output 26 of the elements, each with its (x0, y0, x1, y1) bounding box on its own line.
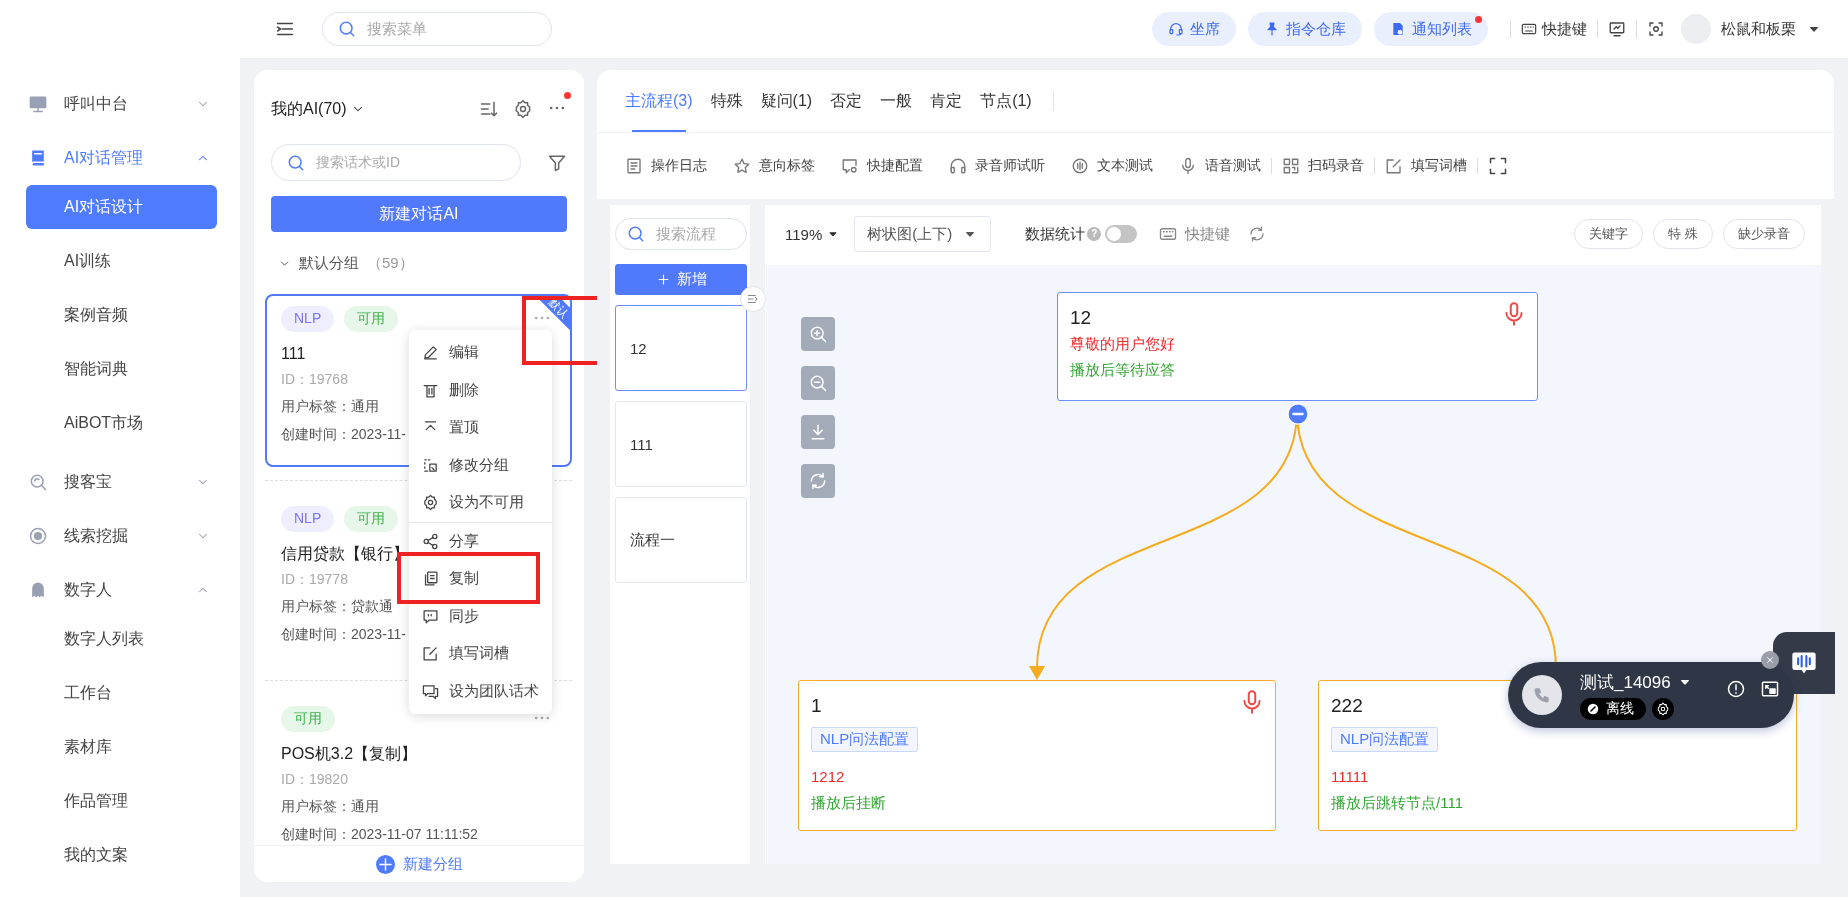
stats-label: 数据统计 (1025, 224, 1086, 244)
created-time: 创建时间：2023-11- (281, 425, 406, 444)
status-tag: NLP (281, 506, 335, 532)
status-tag: 可用 (281, 706, 335, 732)
node-title: 222 (1331, 694, 1363, 718)
action-text: 播放后挂断 (811, 793, 886, 813)
status-tag: 可用 (344, 306, 399, 332)
ai-name: 111 (281, 344, 306, 364)
speech-text: 尊敬的用户您好 (1070, 334, 1175, 354)
action-text: 播放后跳转节点/111 (1331, 793, 1463, 813)
created-time: 创建时间：2023-11-07 11:11:52 (281, 825, 478, 844)
node-title: 12 (1070, 306, 1092, 330)
speech-text: 11111 (1331, 767, 1369, 787)
ai-id: ID：19778 (281, 570, 348, 589)
node-title: 1 (811, 694, 822, 718)
ai-id: ID：19820 (281, 770, 348, 789)
status-tag: 可用 (344, 506, 399, 532)
user-tag: 用户标签：通用 (281, 792, 379, 820)
user-tag: 用户标签：贷款通 (281, 592, 393, 620)
created-time: 创建时间：2023-11- (281, 625, 406, 644)
ai-id: ID：19768 (281, 370, 348, 389)
action-text: 播放后等待应答 (1070, 360, 1175, 380)
ai-name: POS机3.2【复制】 (281, 744, 418, 764)
status-tag: NLP (281, 306, 335, 332)
user-tag: 用户标签：通用 (281, 392, 379, 420)
speech-text: 1212 (811, 767, 845, 787)
